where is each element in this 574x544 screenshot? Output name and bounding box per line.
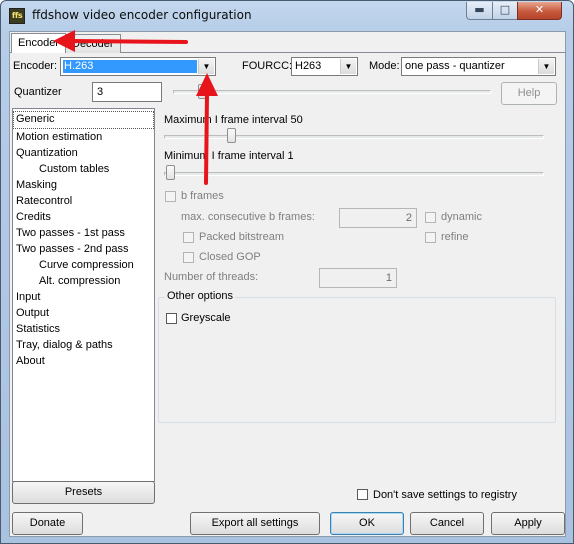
dialog-client-area: Encoder Decoder Encoder: H.263 ▼ FOURCC:… [9,31,566,537]
sidebar-item[interactable]: Input [13,289,154,305]
sidebar-item[interactable]: Output [13,305,154,321]
max-i-frame-label: Maximum I frame interval 50 [164,114,303,126]
chevron-down-icon[interactable]: ▼ [538,59,554,74]
chevron-down-icon[interactable]: ▼ [340,59,356,74]
quantizer-input[interactable]: 3 [92,82,162,102]
dynamic-label: dynamic [441,211,482,223]
sidebar-item[interactable]: About [13,353,154,369]
min-i-frame-slider-track[interactable] [164,172,544,176]
title-bar[interactable]: ffs ffdshow video encoder configuration … [1,1,573,31]
encoder-select[interactable]: H.263 ▼ [60,57,216,76]
packed-bitstream-checkbox[interactable] [183,232,194,243]
presets-button[interactable]: Presets [12,481,155,504]
refine-label: refine [441,231,469,243]
other-options-group: Other options Greyscale [158,290,556,423]
encoder-select-value: H.263 [63,60,197,73]
sidebar-item[interactable]: Motion estimation [13,129,154,145]
donate-button[interactable]: Donate [12,512,83,535]
minimize-button[interactable]: ▬ [466,2,493,20]
greyscale-checkbox[interactable] [166,313,177,324]
max-i-frame-slider-track[interactable] [164,135,544,139]
packed-bitstream-label: Packed bitstream [199,231,284,243]
close-button[interactable]: ✕ [517,2,562,20]
quantizer-slider-thumb[interactable] [198,84,206,99]
fourcc-label: FOURCC: [242,60,293,72]
dynamic-checkbox[interactable] [425,212,436,223]
sidebar-item[interactable]: Statistics [13,321,154,337]
sidebar-item[interactable]: Curve compression [13,257,154,273]
sidebar-item[interactable]: Generic [13,111,154,129]
sidebar-item[interactable]: Alt. compression [13,273,154,289]
sidebar-item[interactable]: Quantization [13,145,154,161]
fourcc-select-value: H263 [295,60,322,72]
sidebar-item[interactable]: Custom tables [13,161,154,177]
greyscale-label: Greyscale [181,312,231,324]
sidebar-item[interactable]: Two passes - 2nd pass [13,241,154,257]
tab-decoder[interactable]: Decoder [65,34,121,53]
b-frames-label: b frames [181,190,224,202]
fourcc-select[interactable]: H263 ▼ [291,57,358,76]
window-title: ffdshow video encoder configuration [32,8,252,22]
quantizer-label: Quantizer [14,86,62,98]
closed-gop-checkbox[interactable] [183,252,194,263]
settings-page-list[interactable]: Generic Motion estimation Quantization Cust… [12,108,155,482]
min-i-frame-label: Minimum I frame interval 1 [164,150,294,162]
mode-label: Mode: [369,60,400,72]
ffdshow-app-icon: ffs [9,8,25,24]
min-i-frame-slider-thumb[interactable] [166,165,175,180]
chevron-down-icon[interactable]: ▼ [198,59,214,74]
quantizer-slider-track[interactable] [173,90,491,94]
cancel-button[interactable]: Cancel [410,512,484,535]
sidebar-item[interactable]: Masking [13,177,154,193]
encoder-label: Encoder: [13,60,58,72]
other-options-title: Other options [165,290,236,302]
sidebar-item[interactable]: Credits [13,209,154,225]
mode-select-value: one pass - quantizer [405,60,505,72]
ok-button[interactable]: OK [330,512,404,535]
threads-input[interactable]: 1 [319,268,397,288]
sidebar-item[interactable]: Ratecontrol [13,193,154,209]
max-consecutive-input[interactable]: 2 [339,208,417,228]
tab-encoder[interactable]: Encoder [11,33,66,53]
dont-save-checkbox[interactable] [357,489,368,500]
refine-checkbox[interactable] [425,232,436,243]
max-consecutive-label: max. consecutive b frames: [181,211,315,223]
sidebar-item[interactable]: Tray, dialog & paths [13,337,154,353]
sidebar-item[interactable]: Two passes - 1st pass [13,225,154,241]
b-frames-checkbox[interactable] [165,191,176,202]
mode-select[interactable]: one pass - quantizer ▼ [401,57,556,76]
apply-button[interactable]: Apply [491,512,565,535]
closed-gop-label: Closed GOP [199,251,261,263]
export-settings-button[interactable]: Export all settings [190,512,320,535]
dont-save-label: Don't save settings to registry [373,489,517,501]
encoder-config-window: ffs ffdshow video encoder configuration … [0,0,574,544]
max-i-frame-slider-thumb[interactable] [227,128,237,143]
threads-label: Number of threads: [164,271,259,283]
maximize-button[interactable]: □ [492,2,518,20]
help-button[interactable]: Help [501,82,557,105]
